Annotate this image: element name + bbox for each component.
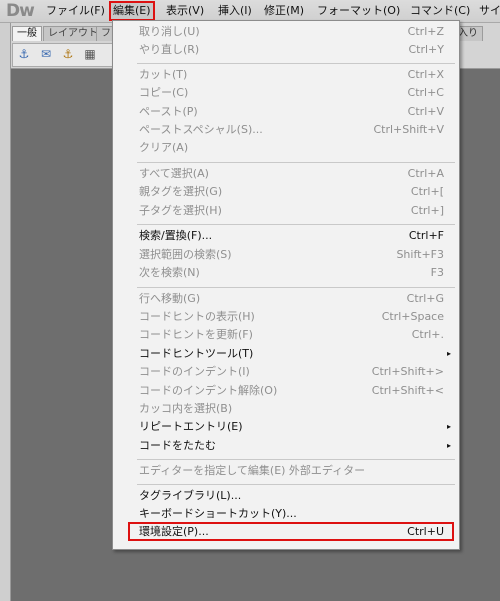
menu-item-refresh-code-hints[interactable]: コードヒントを更新(F) Ctrl+. (139, 327, 444, 343)
edit-menu-dropdown: 取り消し(U) Ctrl+Z やり直し(R) Ctrl+Y カット(T) Ctr… (112, 20, 460, 550)
menu-item-show-code-hints[interactable]: コードヒントの表示(H) Ctrl+Space (139, 309, 444, 325)
menu-item-go-to-line[interactable]: 行へ移動(G) Ctrl+G (139, 291, 444, 307)
menu-item-preferences[interactable]: 環境設定(P)... Ctrl+U (139, 524, 444, 540)
menu-item-select-child-tag[interactable]: 子タグを選択(H) Ctrl+] (139, 203, 444, 219)
menu-item-code-hint-tools[interactable]: コードヒントツール(T) ▸ (139, 346, 451, 362)
menu-item-select-parent-tag[interactable]: 親タグを選択(G) Ctrl+[ (139, 184, 444, 200)
menu-item-find-next[interactable]: 次を検索(N) F3 (139, 265, 444, 281)
menu-separator (137, 287, 455, 288)
menu-item-paste[interactable]: ペースト(P) Ctrl+V (139, 104, 444, 120)
menu-item-edit-with-external-editor[interactable]: エディターを指定して編集(E) 外部エディター (139, 463, 444, 479)
menu-modify[interactable]: 修正(M) (262, 3, 306, 19)
left-panel-strip (0, 23, 11, 601)
table-icon[interactable]: ▦ (83, 47, 97, 61)
menu-view[interactable]: 表示(V) (164, 3, 206, 19)
menu-item-outdent-code[interactable]: コードのインデント解除(O) Ctrl+Shift+< (139, 383, 444, 399)
menu-separator (137, 63, 455, 64)
app-logo: Dw (6, 1, 35, 21)
menu-item-redo[interactable]: やり直し(R) Ctrl+Y (139, 42, 444, 58)
menu-item-clear[interactable]: クリア(A) (139, 140, 444, 156)
menu-item-tag-libraries[interactable]: タグライブラリ(L)... (139, 488, 444, 504)
menu-item-cut[interactable]: カット(T) Ctrl+X (139, 67, 444, 83)
submenu-arrow-icon: ▸ (446, 422, 451, 431)
anchor-icon[interactable]: ⚓ (61, 47, 75, 61)
insert-icon-row: ⚓︎ ✉ ⚓ ▦ (12, 43, 114, 67)
menu-item-find-replace[interactable]: 検索/置換(F)... Ctrl+F (139, 228, 444, 244)
menu-item-copy[interactable]: コピー(C) Ctrl+C (139, 85, 444, 101)
menu-item-balance-braces[interactable]: カッコ内を選択(B) (139, 401, 444, 417)
menu-item-undo[interactable]: 取り消し(U) Ctrl+Z (139, 24, 444, 40)
menu-item-keyboard-shortcuts[interactable]: キーボードショートカット(Y)... (139, 506, 444, 522)
menu-command[interactable]: コマンド(C) (408, 3, 472, 19)
menu-item-indent-code[interactable]: コードのインデント(I) Ctrl+Shift+> (139, 364, 444, 380)
menu-separator (137, 484, 455, 485)
menu-item-repeating-entries[interactable]: リピートエントリ(E) ▸ (139, 419, 451, 435)
tab-common[interactable]: 一般 (12, 26, 42, 41)
hyperlink-icon[interactable]: ⚓︎ (17, 47, 31, 61)
menu-edit[interactable]: 編集(E) (109, 1, 155, 21)
menu-format[interactable]: フォーマット(O) (315, 3, 402, 19)
menu-item-select-all[interactable]: すべて選択(A) Ctrl+A (139, 166, 444, 182)
menu-item-paste-special[interactable]: ペーストスペシャル(S)... Ctrl+Shift+V (139, 122, 444, 138)
menu-site[interactable]: サイ (477, 3, 500, 19)
submenu-arrow-icon: ▸ (446, 349, 451, 358)
menu-separator (137, 162, 455, 163)
menu-separator (137, 224, 455, 225)
tab-layout[interactable]: レイアウト (43, 26, 103, 41)
email-link-icon[interactable]: ✉ (39, 47, 53, 61)
menu-separator (137, 459, 455, 460)
menu-item-find-selection[interactable]: 選択範囲の検索(S) Shift+F3 (139, 247, 444, 263)
submenu-arrow-icon: ▸ (446, 441, 451, 450)
menu-file[interactable]: ファイル(F) (44, 3, 107, 19)
menu-insert[interactable]: 挿入(I) (216, 3, 254, 19)
menu-item-code-collapse[interactable]: コードをたたむ ▸ (139, 438, 451, 454)
